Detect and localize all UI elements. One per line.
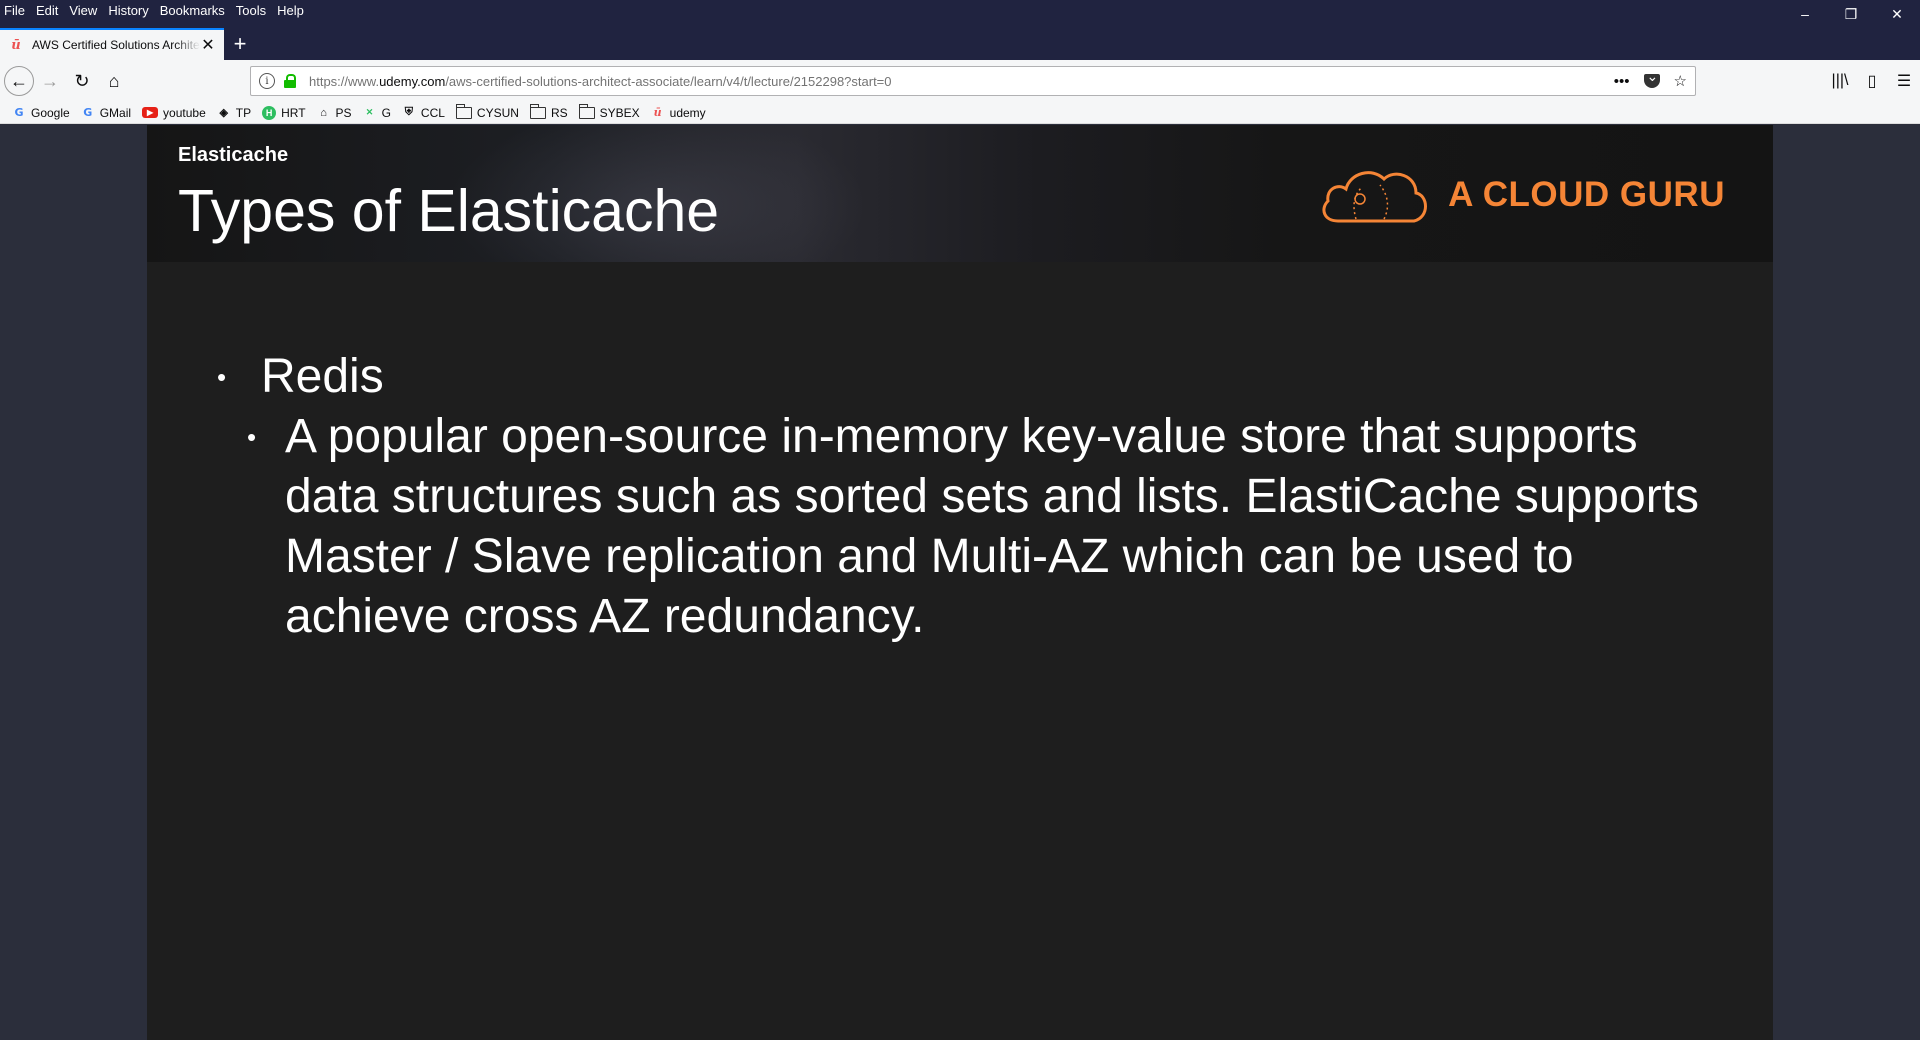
bookmarks-bar: G Google G GMail ▶ youtube ◈ TP H HRT ⌂ PS ✕ G …: [0, 102, 1920, 124]
reload-button[interactable]: ↻: [66, 65, 98, 97]
bookmark-youtube[interactable]: ▶ youtube: [142, 106, 206, 120]
g-icon: ✕: [365, 107, 374, 117]
slide-header: Elasticache Types of Elasticache A CLOUD…: [147, 125, 1773, 262]
slide-title: Types of Elasticache: [178, 178, 720, 244]
tp-icon: ◈: [219, 107, 228, 119]
new-tab-button[interactable]: +: [224, 28, 256, 60]
slide-bullets: • Redis • A popular open-source in-memor…: [217, 347, 1737, 647]
bookmark-folder-cysun[interactable]: CYSUN: [455, 103, 519, 120]
bookmark-folder-rs[interactable]: RS: [529, 103, 568, 120]
hackerrank-icon: H: [262, 105, 277, 120]
url-bar[interactable]: i https://www.udemy.com/aws-certified-so…: [250, 66, 1696, 96]
udemy-icon: ū: [653, 106, 662, 119]
bullet-redis: • Redis: [217, 347, 1737, 407]
pocket-icon[interactable]: [1643, 68, 1660, 88]
bookmark-label: TP: [235, 105, 252, 120]
bookmark-hrt[interactable]: H HRT: [262, 105, 306, 120]
bookmark-label: SYBEX: [599, 105, 640, 120]
bookmark-label: Google: [31, 105, 70, 120]
page-content: Elasticache Types of Elasticache A CLOUD…: [0, 125, 1920, 1040]
menu-history[interactable]: History: [108, 0, 148, 22]
bookmark-label: CCL: [420, 105, 445, 120]
bookmark-ps[interactable]: ⌂ PS: [317, 105, 352, 120]
toolbar-right: |||\ ▯ ☰: [1824, 60, 1920, 102]
bullet-text: A popular open-source in-memory key-valu…: [285, 410, 1700, 643]
folder-icon: [578, 103, 595, 119]
folder-icon: [455, 103, 472, 119]
tab-active[interactable]: ū AWS Certified Solutions Architect ✕: [0, 28, 224, 60]
ccl-icon: ⛨: [404, 106, 414, 118]
close-window-button[interactable]: ✕: [1874, 0, 1920, 28]
home-button[interactable]: ⌂: [98, 65, 130, 97]
bookmark-label: CYSUN: [476, 105, 519, 120]
bookmark-g[interactable]: ✕ G: [363, 106, 391, 120]
window-controls: – ❐ ✕: [1782, 0, 1920, 28]
navigation-toolbar: ← → ↻ ⌂ i https://www.udemy.com/aws-cert…: [0, 60, 1920, 102]
bookmark-google[interactable]: G Google: [12, 105, 70, 120]
page-actions-icon[interactable]: •••: [1614, 73, 1630, 90]
bookmark-tp[interactable]: ◈ TP: [217, 105, 252, 120]
back-button[interactable]: ←: [4, 66, 34, 96]
a-cloud-guru-logo: A CLOUD GURU: [1316, 161, 1725, 229]
menu-edit[interactable]: Edit: [36, 0, 58, 22]
menu-bar: File Edit View History Bookmarks Tools H…: [0, 0, 315, 22]
tab-strip: ū AWS Certified Solutions Architect ✕ +: [0, 28, 256, 60]
menu-file[interactable]: File: [4, 0, 25, 22]
lock-icon: [283, 73, 297, 89]
hamburger-menu-icon[interactable]: ☰: [1888, 65, 1920, 97]
bookmark-label: PS: [335, 105, 352, 120]
bookmark-label: udemy: [669, 105, 706, 120]
bullet-text: Redis: [261, 350, 384, 403]
folder-icon: [529, 103, 546, 119]
bookmark-label: youtube: [163, 105, 206, 120]
bookmark-star-icon[interactable]: ☆: [1674, 72, 1687, 90]
info-icon[interactable]: i: [259, 73, 275, 89]
url-host: udemy.com: [379, 73, 446, 89]
slide-category: Elasticache: [178, 144, 289, 166]
library-icon[interactable]: |||\: [1824, 65, 1856, 97]
menu-bookmarks[interactable]: Bookmarks: [160, 0, 225, 22]
bookmark-label: RS: [550, 105, 568, 120]
url-prefix: https://www.: [309, 73, 380, 89]
logo-text: A CLOUD GURU: [1448, 175, 1725, 214]
menu-tools[interactable]: Tools: [236, 0, 266, 22]
bookmark-label: G: [381, 105, 391, 120]
udemy-icon: ū: [11, 37, 21, 53]
menu-help[interactable]: Help: [277, 0, 304, 22]
window-titlebar: File Edit View History Bookmarks Tools H…: [0, 0, 1920, 60]
restore-button[interactable]: ❐: [1828, 0, 1874, 28]
bookmark-folder-sybex[interactable]: SYBEX: [578, 103, 640, 120]
sidebar-icon[interactable]: ▯: [1856, 65, 1888, 97]
video-slide[interactable]: Elasticache Types of Elasticache A CLOUD…: [147, 125, 1773, 1040]
cloud-icon: [1322, 171, 1428, 223]
url-path: /aws-certified-solutions-architect-assoc…: [445, 73, 892, 89]
ps-icon: ⌂: [320, 106, 327, 119]
close-icon[interactable]: ✕: [200, 37, 216, 54]
bookmark-ccl[interactable]: ⛨ CCL: [402, 106, 445, 120]
forward-button[interactable]: →: [34, 65, 66, 97]
bookmark-udemy[interactable]: ū udemy: [651, 106, 706, 120]
bullet-redis-description: • A popular open-source in-memory key-va…: [247, 407, 1737, 647]
menu-view[interactable]: View: [69, 0, 97, 22]
youtube-icon: ▶: [142, 107, 159, 118]
google-icon: G: [83, 106, 93, 119]
bullet-dot-icon: •: [217, 362, 227, 392]
url-actions: ••• ☆: [1614, 67, 1687, 95]
bookmark-label: HRT: [281, 105, 306, 120]
google-icon: G: [14, 106, 24, 119]
minimize-button[interactable]: –: [1782, 0, 1828, 28]
bookmark-gmail[interactable]: G GMail: [81, 106, 131, 120]
url-text[interactable]: https://www.udemy.com/aws-certified-solu…: [309, 74, 892, 89]
tab-title: AWS Certified Solutions Architect: [32, 38, 200, 52]
bullet-dot-icon: •: [247, 422, 257, 452]
bookmark-label: GMail: [99, 105, 132, 120]
